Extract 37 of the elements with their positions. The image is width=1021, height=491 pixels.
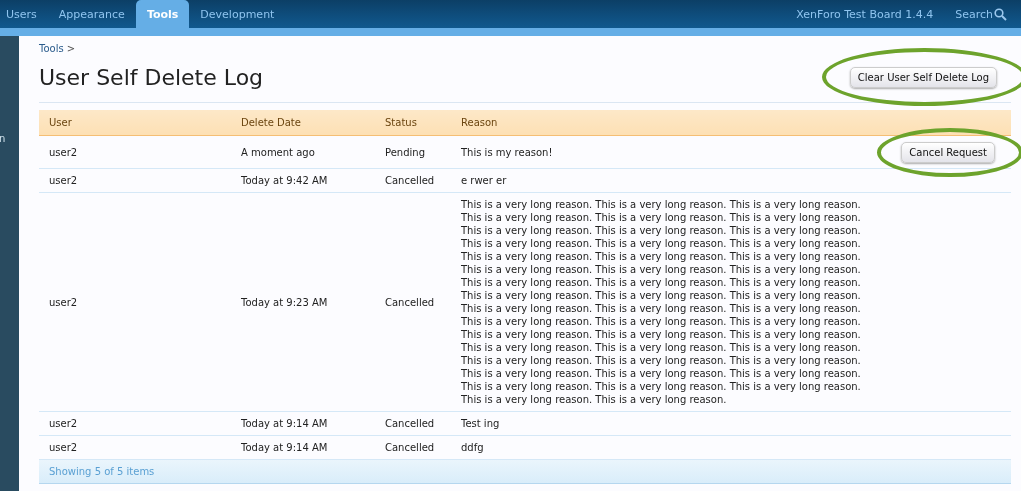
page-title: User Self Delete Log — [39, 64, 264, 90]
table-cell: Cancelled — [375, 411, 451, 436]
table-cell: A moment ago — [231, 135, 375, 169]
column-header: Delete Date — [231, 110, 375, 136]
table-cell: ddfg — [451, 435, 881, 460]
table-cell: Today at 9:14 AM — [231, 411, 375, 436]
breadcrumb-link[interactable]: Tools — [39, 43, 64, 54]
table-cell: Today at 9:42 AM — [231, 168, 375, 193]
table-cell: Today at 9:23 AM — [231, 192, 375, 412]
table-cell: Cancelled — [375, 168, 451, 193]
table-cell: e rwer er — [451, 168, 881, 193]
table-cell: user2 — [39, 411, 231, 436]
table-cell: user2 — [39, 168, 231, 193]
search-link[interactable]: Search — [955, 7, 1007, 21]
board-title-link[interactable]: XenForo Test Board 1.4.4 — [796, 7, 934, 21]
nav-tab[interactable]: Users — [0, 0, 48, 28]
column-header: Status — [375, 110, 451, 136]
table-cell: Today at 9:14 AM — [231, 435, 375, 460]
clear-log-button[interactable]: Clear User Self Delete Log — [849, 67, 997, 88]
table-cell: Pending — [375, 135, 451, 169]
table-cell: This is a very long reason. This is a very long reason. This is a very long reason. This is a very long reason. This is a very long reason. This is a very long reason. This is a very long reason. This is a very long reason. This is a very long reason. This is a very long reason. This is a very long reason. This is a very long reason. This is a very long reason. This is a very long reason. This is a very long reason. This is a very long reason. This is a very long reason. This is a very long reason. This is a very long reason. This is a very long reason. This is a very long reason. This is a very long reason. This is a very long reason. This is a very long reason. This is a very long reason. This is a very long reason. This is a very long reason. This is a very long reason. This is a very long reason. This is a very long reason. This is a very long reason. This is a very long reason. This is a very long reason. This is a very long reason. This is a very long reason. This is a very long reason. This is a very long reason. This is a very long reason. This is a very long reason. This is a very long reason. This is a very long reason. This is a very long reason. This is a very long reason. This is a very long reason. This is a very long reason. This is a very long reason. This is a very long reason. — [451, 192, 881, 412]
table-cell: This is my reason! — [451, 135, 881, 169]
column-header: Reason — [451, 110, 881, 136]
table-cell: user2 — [39, 435, 231, 460]
table-cell: Cancelled — [375, 435, 451, 460]
table-cell: Cancelled — [375, 192, 451, 412]
search-icon — [994, 7, 1007, 21]
column-header: User — [39, 110, 231, 136]
table-cell: user2 — [39, 192, 231, 412]
table-cell: user2 — [39, 135, 231, 169]
item-count: Showing 5 of 5 items — [49, 466, 155, 477]
cancel-request-button[interactable]: Cancel Request — [901, 141, 995, 163]
nav-tab[interactable]: Appearance — [47, 0, 136, 28]
table-cell: Test ing — [451, 411, 881, 436]
breadcrumb-separator: > — [66, 43, 76, 54]
sidebar-item[interactable]: n — [0, 133, 19, 144]
nav-tab[interactable]: Development — [189, 0, 286, 28]
